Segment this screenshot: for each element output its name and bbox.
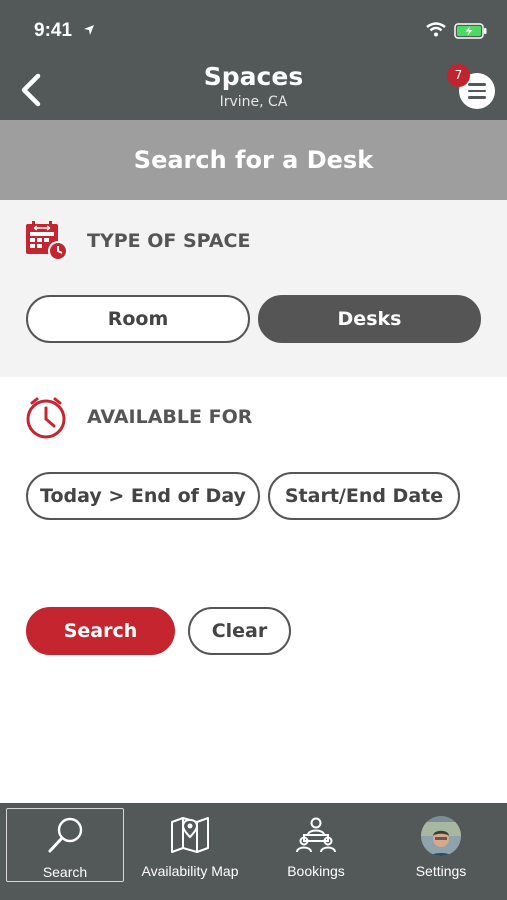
tab-search[interactable]: Search xyxy=(6,808,124,882)
notification-badge: 7 xyxy=(447,64,470,87)
tab-settings[interactable]: Settings xyxy=(382,808,500,882)
available-for-label: AVAILABLE FOR xyxy=(87,406,253,428)
page-title: Spaces xyxy=(203,62,304,91)
start-end-date-button[interactable]: Start/End Date xyxy=(268,472,460,520)
tab-settings-label: Settings xyxy=(415,863,467,879)
location-subtitle: Irvine, CA xyxy=(219,94,288,110)
search-button[interactable]: Search xyxy=(26,607,175,655)
search-banner: Search for a Desk xyxy=(0,120,507,200)
type-of-space-label: TYPE OF SPACE xyxy=(87,230,251,252)
location-arrow-icon xyxy=(84,25,94,35)
tab-bar: Search Availability Map Bookings Setting… xyxy=(0,803,507,900)
battery-icon xyxy=(454,23,487,39)
search-icon xyxy=(48,817,83,853)
top-bar: 9:41 Spaces Irvine, CA 7 xyxy=(0,0,507,120)
clear-button[interactable]: Clear xyxy=(188,607,291,655)
wifi-icon xyxy=(426,22,446,37)
map-icon xyxy=(171,817,209,853)
tab-availability-map[interactable]: Availability Map xyxy=(130,808,250,882)
type-of-space-section xyxy=(0,200,507,377)
clock-icon xyxy=(26,397,66,439)
tab-availability-map-label: Availability Map xyxy=(141,863,239,879)
tab-bookings[interactable]: Bookings xyxy=(256,808,376,882)
room-option-button[interactable]: Room xyxy=(26,295,250,343)
avatar xyxy=(421,816,461,856)
bookings-icon xyxy=(296,817,336,853)
tab-bookings-label: Bookings xyxy=(287,863,345,879)
desks-option-button[interactable]: Desks xyxy=(258,295,481,343)
status-time: 9:41 xyxy=(34,20,73,41)
tab-search-label: Search xyxy=(42,864,88,880)
calendar-desk-icon xyxy=(26,221,68,261)
today-end-of-day-button[interactable]: Today > End of Day xyxy=(26,472,260,520)
